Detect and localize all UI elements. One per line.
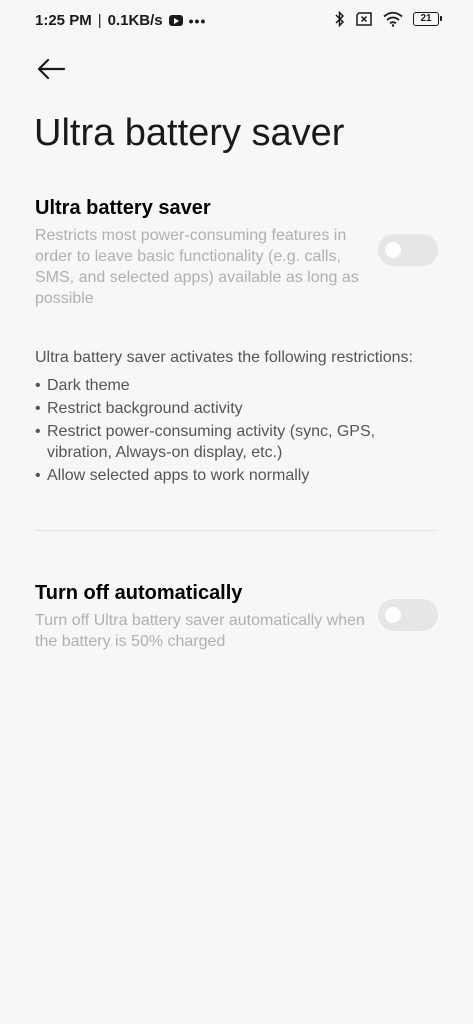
more-notifications-icon: ••• xyxy=(188,12,207,29)
auto-off-title: Turn off automatically xyxy=(35,582,243,604)
status-network-speed: 0.1KB/s xyxy=(107,12,163,29)
list-item: • Restrict background activity xyxy=(35,398,435,419)
no-sim-icon xyxy=(356,12,372,26)
youtube-icon xyxy=(168,15,183,26)
bullet-icon: • xyxy=(35,467,41,484)
status-bar: 1:25 PM | 0.1KB/s ••• 21 xyxy=(0,0,473,44)
auto-off-description: Turn off Ultra battery saver automatical… xyxy=(35,612,365,650)
list-item-text: Allow selected apps to work normally xyxy=(47,467,310,484)
back-button[interactable] xyxy=(34,54,68,84)
ultra-saver-title: Ultra battery saver xyxy=(35,197,211,219)
list-item: • Dark theme xyxy=(35,375,435,396)
battery-icon: 21 xyxy=(413,12,442,26)
auto-off-toggle[interactable] xyxy=(378,599,438,631)
bullet-icon: • xyxy=(35,400,41,417)
page-title: Ultra battery saver xyxy=(34,112,345,154)
list-item-text: Dark theme xyxy=(47,377,130,394)
bullet-icon: • xyxy=(35,423,41,440)
battery-level: 21 xyxy=(420,13,432,24)
status-time: 1:25 PM xyxy=(35,12,92,29)
bullet-icon: • xyxy=(35,377,41,394)
restrictions-intro: Ultra battery saver activates the follow… xyxy=(35,349,413,366)
toggle-knob xyxy=(385,242,401,258)
wifi-icon xyxy=(383,11,403,27)
list-item: • Allow selected apps to work normally xyxy=(35,465,435,486)
back-arrow-icon xyxy=(37,59,65,79)
ultra-saver-description: Restricts most power-consuming features … xyxy=(35,227,359,307)
list-item-text: Restrict power-consuming activity (sync,… xyxy=(47,423,376,461)
status-right: 21 xyxy=(335,11,442,27)
list-item: • Restrict power-consuming activity (sync… xyxy=(35,421,435,463)
divider xyxy=(35,530,438,531)
bluetooth-icon xyxy=(335,11,345,27)
ultra-saver-toggle[interactable] xyxy=(378,234,438,266)
status-left: 1:25 PM | 0.1KB/s ••• xyxy=(35,12,206,29)
restrictions-list: • Dark theme • Restrict background activit… xyxy=(35,375,435,488)
list-item-text: Restrict background activity xyxy=(47,400,243,417)
toggle-knob xyxy=(385,607,401,623)
status-separator: | xyxy=(97,12,102,29)
